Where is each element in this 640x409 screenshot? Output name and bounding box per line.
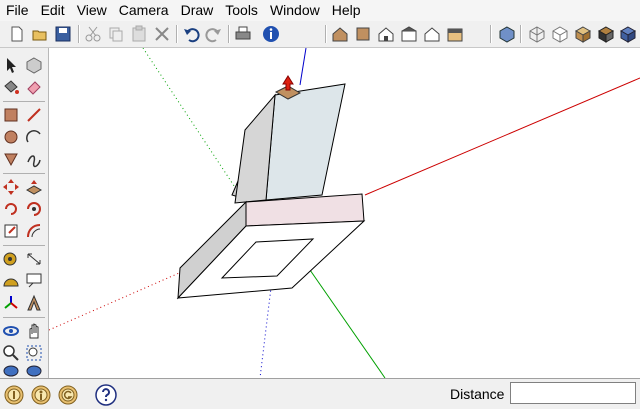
left-view-icon[interactable] [444,23,466,45]
scale-icon[interactable] [0,220,22,242]
wireframe-icon[interactable] [526,23,548,45]
xray-icon[interactable] [496,23,518,45]
rectangle-icon[interactable] [0,104,22,126]
menu-draw[interactable]: Draw [175,0,220,21]
google-sign-in-icon[interactable] [57,384,79,406]
status-bar: Distance [0,378,640,409]
hidden-line-icon[interactable] [549,23,571,45]
paint-bucket-icon[interactable] [0,76,22,98]
zoom-icon[interactable] [0,342,22,364]
cut-icon[interactable] [82,23,104,45]
red-axis-dotted [49,269,187,331]
redo-icon[interactable] [203,23,225,45]
credits-icon[interactable] [30,384,52,406]
print-icon[interactable] [232,23,254,45]
tape-measure-icon[interactable] [0,248,22,270]
dimension-icon[interactable] [23,248,45,270]
model-canvas [49,48,640,378]
undo-icon[interactable] [180,23,202,45]
zoom-window-icon[interactable] [23,342,45,364]
main-toolbar [0,21,640,48]
make-component-icon[interactable] [23,54,45,76]
axes-icon[interactable] [0,292,22,314]
right-view-icon[interactable] [398,23,420,45]
tower-back-face [265,83,346,201]
freehand-icon[interactable] [23,148,45,170]
distance-label: Distance [450,386,505,402]
back-view-icon[interactable] [421,23,443,45]
copy-icon[interactable] [105,23,127,45]
menu-bar: File Edit View Camera Draw Tools Window … [0,0,640,22]
tool-palette [0,48,49,378]
shaded-textures-icon[interactable] [595,23,617,45]
red-axis [364,77,640,196]
zoom-extents-icon[interactable] [0,364,22,378]
protractor-icon[interactable] [0,270,22,292]
3d-text-icon[interactable] [23,292,45,314]
top-view-icon[interactable] [352,23,374,45]
new-icon[interactable] [6,23,28,45]
previous-view-icon[interactable] [23,364,45,378]
green-axis [309,269,386,378]
menu-camera[interactable]: Camera [113,0,175,21]
shaded-icon[interactable] [572,23,594,45]
arc-icon[interactable] [23,126,45,148]
menu-edit[interactable]: Edit [35,0,71,21]
pan-icon[interactable] [23,320,45,342]
eraser-icon[interactable] [23,76,45,98]
move-icon[interactable] [0,176,22,198]
menu-help[interactable]: Help [326,0,367,21]
paste-icon[interactable] [128,23,150,45]
blue-axis [299,48,307,86]
push-pull-icon[interactable] [23,176,45,198]
open-icon[interactable] [29,23,51,45]
rotate-icon[interactable] [0,198,22,220]
save-icon[interactable] [52,23,74,45]
text-icon[interactable] [23,270,45,292]
select-icon[interactable] [0,54,22,76]
menu-tools[interactable]: Tools [219,0,264,21]
iso-view-icon[interactable] [329,23,351,45]
drawing-viewport[interactable] [49,48,640,378]
menu-file[interactable]: File [0,0,35,21]
distance-input[interactable] [510,382,636,404]
follow-me-icon[interactable] [23,198,45,220]
offset-icon[interactable] [23,220,45,242]
front-view-icon[interactable] [375,23,397,45]
monochrome-icon[interactable] [617,23,639,45]
line-icon[interactable] [23,104,45,126]
menu-window[interactable]: Window [264,0,326,21]
polygon-icon[interactable] [0,148,22,170]
geo-location-icon[interactable] [3,384,25,406]
erase-icon[interactable] [151,23,173,45]
orbit-icon[interactable] [0,320,22,342]
help-icon[interactable] [95,384,117,406]
green-axis-dotted [142,48,251,211]
menu-view[interactable]: View [71,0,113,21]
model-info-icon[interactable] [260,23,282,45]
circle-icon[interactable] [0,126,22,148]
